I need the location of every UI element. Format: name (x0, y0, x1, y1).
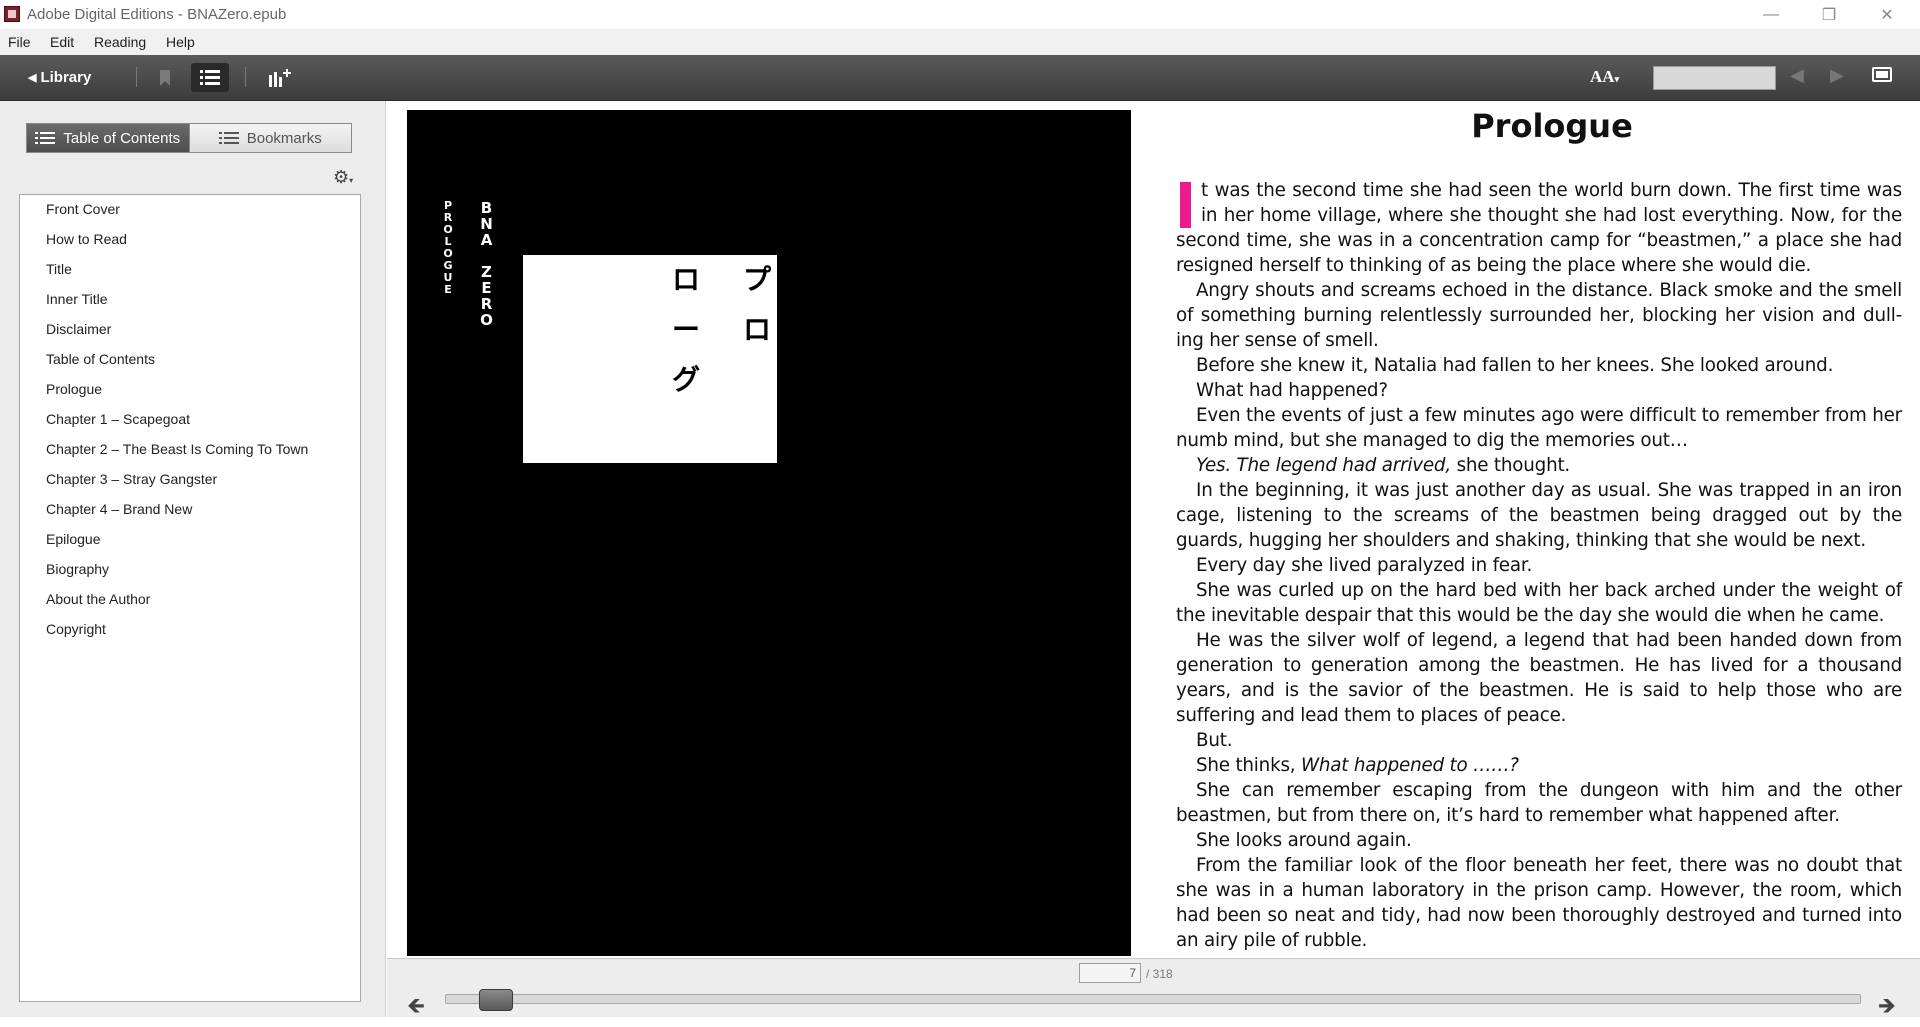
toc-item-front-cover[interactable]: Front Cover (20, 198, 360, 228)
tab-bookmarks[interactable]: Bookmarks (188, 124, 351, 152)
navigation-panel: Table of Contents Bookmarks ⚙▾ Front Cov… (0, 101, 386, 1017)
toc-item-epilogue[interactable]: Epilogue (20, 528, 360, 558)
gear-icon: ⚙ (333, 167, 350, 187)
add-to-collection-icon (269, 68, 291, 87)
maximize-button[interactable]: ❐ (1800, 0, 1858, 29)
toc-item-disclaimer[interactable]: Disclaimer (20, 318, 360, 348)
paragraph: t was the second time she had seen the w… (1176, 178, 1902, 278)
paragraph-text: She thinks, (1196, 755, 1302, 776)
toc-item-prologue[interactable]: Prologue (20, 378, 360, 408)
tab-bookmarks-label: Bookmarks (246, 129, 322, 147)
panel-options-button[interactable]: ⚙▾ (333, 167, 353, 188)
add-to-collection-button[interactable] (261, 63, 299, 92)
slider-thumb[interactable] (479, 989, 514, 1011)
toolbar: ◀ Library AA▾ ◀ ▶ (0, 55, 1920, 101)
go-back-button[interactable]: 🡸 (407, 989, 425, 1027)
go-forward-button[interactable]: 🡺 (1878, 989, 1896, 1027)
cover-vertical-subtitle: PROLOGUE (443, 199, 453, 296)
bookmarks-list-icon (218, 131, 239, 144)
paragraph: Even the events of just a few minutes ag… (1176, 405, 1902, 451)
toc-item-how-to-read[interactable]: How to Read (20, 228, 360, 258)
toolbar-divider (136, 67, 137, 87)
dropdown-caret-icon: ▾ (1614, 74, 1620, 84)
paragraph: She looks around again. (1196, 830, 1412, 851)
close-button[interactable]: ✕ (1858, 0, 1916, 29)
paragraph-text: she thought. (1450, 455, 1571, 476)
drop-cap-bar (1180, 182, 1191, 228)
next-page-button[interactable]: ▶ (1830, 65, 1844, 86)
paragraph: Angry shouts and screams echoed in the d… (1176, 280, 1902, 351)
library-label: Library (40, 68, 92, 86)
page-total: / 318 (1146, 967, 1173, 981)
paragraph: From the familiar look of the floor bene… (1176, 855, 1902, 951)
page-number-input[interactable] (1079, 963, 1141, 983)
bookmark-button[interactable] (146, 63, 184, 92)
bookmark-icon (160, 69, 170, 86)
cover-title-box: プロ ローグ (523, 255, 777, 463)
previous-page-button[interactable]: ◀ (1790, 65, 1804, 86)
paragraph: He was the silver wolf of legend, a lege… (1176, 630, 1902, 726)
table-of-contents-icon (35, 131, 56, 144)
previous-page-icon: ◀ (1790, 65, 1804, 85)
cover-japanese-title-col2: ローグ (671, 263, 700, 396)
italic-text: What happened to ……? (1301, 755, 1519, 776)
paragraph: She thinks, What happened to ……? (1176, 753, 1902, 778)
fullscreen-button[interactable] (1872, 67, 1892, 82)
minimize-button[interactable]: — (1742, 0, 1800, 29)
page-navigation-bar: / 318 🡸 🡺 (387, 958, 1920, 1018)
toc-item-copyright[interactable]: Copyright (20, 618, 360, 648)
toolbar-divider (245, 67, 246, 87)
menu-reading[interactable]: Reading (94, 34, 146, 50)
dropdown-caret-icon: ▾ (349, 176, 354, 185)
paragraph: She was curled up on the hard bed with h… (1176, 580, 1902, 626)
cover-japanese-title-col1: プロ (742, 263, 771, 346)
paragraph: What had happened? (1196, 380, 1388, 401)
paragraph: Before she knew it, Natalia had fallen t… (1196, 355, 1834, 376)
search-input[interactable] (1653, 66, 1776, 90)
table-of-contents-button[interactable] (191, 63, 229, 92)
toc-item-chapter-1[interactable]: Chapter 1 – Scapegoat (20, 408, 360, 438)
paragraph: In the beginning, it was just another da… (1176, 480, 1902, 551)
toc-list: Front Cover How to Read Title Inner Titl… (19, 194, 361, 1002)
toc-item-about-the-author[interactable]: About the Author (20, 588, 360, 618)
toc-item-biography[interactable]: Biography (20, 558, 360, 588)
table-of-contents-icon (200, 69, 220, 85)
paragraph-text: t was the second time she had seen the w… (1176, 180, 1902, 276)
menu-edit[interactable]: Edit (50, 34, 74, 50)
app-icon (4, 6, 20, 22)
chapter-title: Prologue (1471, 107, 1633, 145)
toc-item-chapter-3[interactable]: Chapter 3 – Stray Gangster (20, 468, 360, 498)
toc-item-chapter-2[interactable]: Chapter 2 – The Beast Is Coming To Town (20, 438, 360, 468)
menu-file[interactable]: File (8, 34, 31, 50)
reading-area[interactable]: BNA ZERO PROLOGUE プロ ローグ Prologue t was … (387, 101, 1920, 958)
italic-text: Yes. The legend had arrived, (1196, 455, 1451, 476)
menu-help[interactable]: Help (166, 34, 195, 50)
tab-table-of-contents[interactable]: Table of Contents (27, 124, 189, 152)
arrow-left-icon: 🡸 (407, 993, 425, 1018)
paragraph: Yes. The legend had arrived, she thought… (1176, 453, 1902, 478)
library-button[interactable]: ◀ Library (28, 66, 91, 88)
cover-vertical-title: BNA ZERO (480, 199, 494, 329)
tab-toc-label: Table of Contents (63, 129, 181, 147)
panel-tabs: Table of Contents Bookmarks (26, 123, 352, 153)
toc-item-title[interactable]: Title (20, 258, 360, 288)
chapter-cover-image: BNA ZERO PROLOGUE プロ ローグ (407, 110, 1131, 956)
font-size-icon: AA (1590, 67, 1615, 86)
back-triangle-icon: ◀ (28, 71, 37, 84)
reading-progress-slider[interactable] (445, 994, 1861, 1004)
chapter-text: t was the second time she had seen the w… (1176, 178, 1902, 953)
toc-item-inner-title[interactable]: Inner Title (20, 288, 360, 318)
toc-item-table-of-contents[interactable]: Table of Contents (20, 348, 360, 378)
font-size-button[interactable]: AA▾ (1590, 67, 1619, 87)
arrow-right-icon: 🡺 (1878, 993, 1896, 1018)
title-bar: Adobe Digital Editions - BNAZero.epub — … (0, 0, 1920, 29)
toc-item-chapter-4[interactable]: Chapter 4 – Brand New (20, 498, 360, 528)
paragraph: But. (1196, 730, 1233, 751)
paragraph: She can remember escaping from the dunge… (1176, 780, 1902, 826)
window-title: Adobe Digital Editions - BNAZero.epub (27, 6, 287, 23)
paragraph: Every day she lived paralyzed in fear. (1196, 555, 1533, 576)
menu-bar: File Edit Reading Help (0, 29, 1920, 55)
next-page-icon: ▶ (1830, 65, 1844, 85)
